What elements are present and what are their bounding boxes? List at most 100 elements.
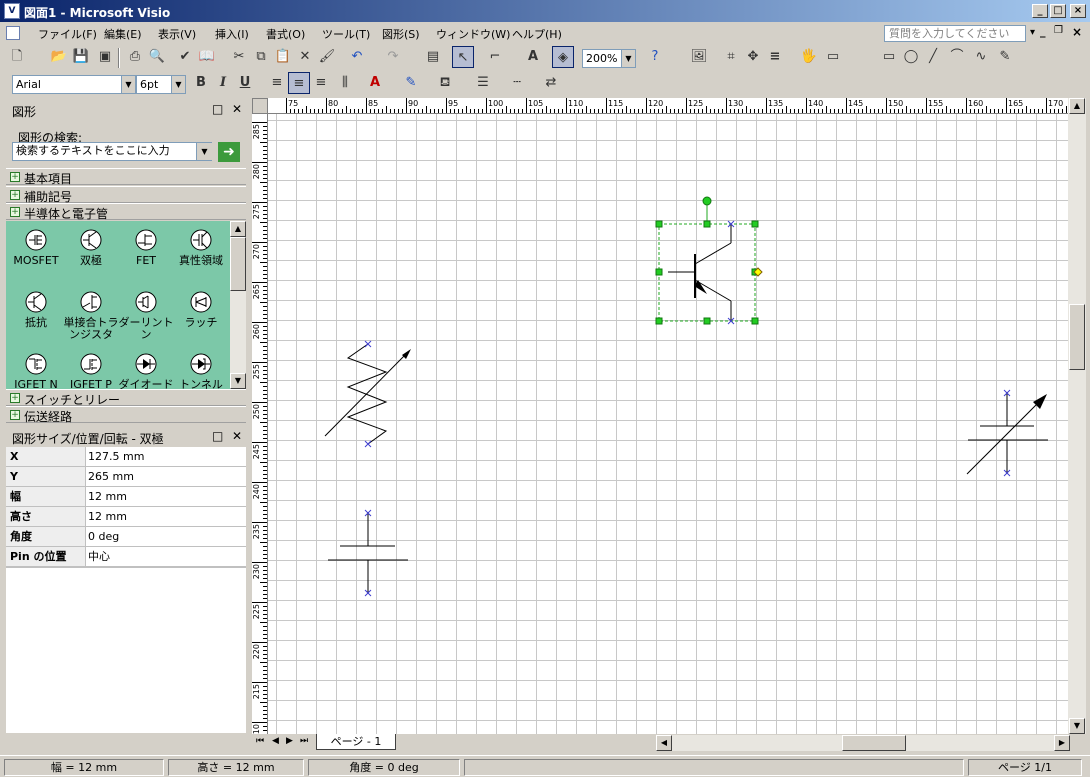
stencil-switches[interactable]: + スイッチとリレー xyxy=(6,389,246,407)
font-select[interactable]: Arial ▼ xyxy=(12,75,136,94)
variable-capacitor-shape[interactable] xyxy=(966,392,1048,475)
selection-handle[interactable] xyxy=(703,317,711,325)
insert-picture-icon[interactable]: 🖼 xyxy=(688,46,710,68)
selection-box[interactable] xyxy=(655,196,763,325)
doc-dropdown-icon[interactable]: ▾ xyxy=(1030,27,1035,38)
shape-search-input[interactable]: 検索するテキストをここに入力 xyxy=(12,142,212,161)
stencil-semiconductors[interactable]: + 半導体と電子管 xyxy=(6,203,246,221)
shape-bipolar[interactable]: 双極 xyxy=(63,227,119,267)
scroll-thumb[interactable] xyxy=(1069,304,1085,370)
shape-mosfet[interactable]: MOSFET xyxy=(8,227,64,267)
selection-handle[interactable] xyxy=(655,317,663,325)
align-right-icon[interactable]: ≡ xyxy=(310,72,332,94)
spelling-icon[interactable]: ✔ xyxy=(174,46,196,68)
font-size-select[interactable]: 6pt ▼ xyxy=(136,75,186,94)
maximize-button[interactable]: □ xyxy=(1050,4,1066,18)
drawing-canvas[interactable] xyxy=(268,114,1068,734)
shapes-window-icon[interactable]: ▤ xyxy=(422,46,444,68)
stamp-tool-icon[interactable]: ◈ xyxy=(552,46,574,68)
page-tab[interactable]: ページ - 1 xyxy=(316,734,396,750)
underline-button[interactable]: U xyxy=(234,72,256,94)
scroll-right-icon[interactable]: ▶ xyxy=(1054,735,1070,751)
line-weight-icon[interactable]: ☰ xyxy=(472,72,494,94)
undo-icon[interactable]: ↶ xyxy=(346,46,368,68)
shadow-icon[interactable]: ▭ xyxy=(822,46,844,68)
fill-color-icon[interactable]: ⛾ xyxy=(434,72,456,94)
stencil-scrollbar[interactable]: ▲ ▼ xyxy=(230,221,246,389)
search-go-button[interactable]: ➜ xyxy=(218,142,240,162)
first-page-icon[interactable]: ⏮ xyxy=(256,736,264,746)
pan-crop-icon[interactable]: ✥ xyxy=(742,46,764,68)
menu-file[interactable]: ファイル(F) xyxy=(38,26,97,42)
size-value[interactable]: 265 mm xyxy=(88,467,134,486)
selection-handle[interactable] xyxy=(703,220,711,228)
close-button[interactable]: × xyxy=(1070,4,1086,18)
rectangle-tool-icon[interactable]: ▭ xyxy=(878,46,900,68)
prev-page-icon[interactable]: ◀ xyxy=(272,736,279,746)
size-row[interactable]: 角度 0 deg xyxy=(6,527,246,547)
open-icon[interactable]: 📂 xyxy=(48,46,70,68)
align-center-icon[interactable]: ≡ xyxy=(288,72,310,94)
size-value[interactable]: 0 deg xyxy=(88,527,119,546)
crop-icon[interactable]: ⌗ xyxy=(720,46,742,68)
freeform-tool-icon[interactable]: ∿ xyxy=(970,46,992,68)
doc-close-button[interactable]: × xyxy=(1072,25,1082,39)
size-value[interactable]: 127.5 mm xyxy=(88,447,144,466)
chevron-down-icon[interactable]: ▼ xyxy=(121,76,135,93)
scroll-left-icon[interactable]: ◀ xyxy=(656,735,672,751)
line-ends-icon[interactable]: ⇄ xyxy=(540,72,562,94)
italic-button[interactable]: I xyxy=(212,72,234,94)
capacitor-shape[interactable] xyxy=(328,512,408,594)
minimize-button[interactable]: _ xyxy=(1032,4,1048,18)
scroll-up-icon[interactable]: ▲ xyxy=(230,221,246,237)
menu-shape[interactable]: 図形(S) xyxy=(382,26,420,42)
copy-icon[interactable]: ⧉ xyxy=(250,46,272,68)
pointer-tool-icon[interactable]: ↖ xyxy=(452,46,474,68)
paste-icon[interactable]: 📋 xyxy=(272,46,294,68)
size-row[interactable]: X 127.5 mm xyxy=(6,447,246,467)
menu-view[interactable]: 表示(V) xyxy=(158,26,196,42)
stencil-auxiliary[interactable]: + 補助記号 xyxy=(6,186,246,204)
menu-tools[interactable]: ツール(T) xyxy=(322,26,370,42)
bold-button[interactable]: B xyxy=(190,72,212,94)
size-row[interactable]: Pin の位置 中心 xyxy=(6,547,246,567)
help-search-input[interactable]: 質問を入力してください xyxy=(884,25,1026,42)
line-pattern-icon[interactable]: ┄ xyxy=(506,72,528,94)
permission-icon[interactable]: ▣ xyxy=(94,46,116,68)
research-icon[interactable]: 📖 xyxy=(196,46,218,68)
scroll-down-icon[interactable]: ▼ xyxy=(230,373,246,389)
fill-icon[interactable]: 🖐 xyxy=(798,46,820,68)
selection-handle[interactable] xyxy=(751,317,759,325)
print-icon[interactable]: ⎙ xyxy=(124,46,146,68)
format-painter-icon[interactable]: 🖌 xyxy=(316,46,338,68)
line-tool-icon[interactable]: ╱ xyxy=(922,46,944,68)
arc-tool-icon[interactable]: ⌒ xyxy=(946,46,968,68)
text-tool-icon[interactable]: A xyxy=(522,46,544,68)
align-justify-icon[interactable]: ⫼ xyxy=(334,72,356,94)
pencil-tool-icon[interactable]: ✎ xyxy=(994,46,1016,68)
panel-close-icon[interactable]: ✕ xyxy=(232,429,242,443)
cut-icon[interactable]: ✂ xyxy=(228,46,250,68)
align-left-icon[interactable]: ≡ xyxy=(266,72,288,94)
size-row[interactable]: Y 265 mm xyxy=(6,467,246,487)
size-row[interactable]: 幅 12 mm xyxy=(6,487,246,507)
rotation-handle[interactable] xyxy=(702,196,712,206)
menu-help[interactable]: ヘルプ(H) xyxy=(512,26,562,42)
shape-igfet-p[interactable]: IGFET P xyxy=(63,351,119,389)
menu-window[interactable]: ウィンドウ(W) xyxy=(436,26,510,42)
chevron-down-icon[interactable]: ▼ xyxy=(621,50,635,67)
redo-icon[interactable]: ↷ xyxy=(382,46,404,68)
ellipse-tool-icon[interactable]: ◯ xyxy=(900,46,922,68)
last-page-icon[interactable]: ⏭ xyxy=(300,736,308,746)
scroll-up-icon[interactable]: ▲ xyxy=(1069,98,1085,114)
variable-resistor-shape[interactable] xyxy=(324,343,411,445)
doc-restore-button[interactable]: ❐ xyxy=(1054,25,1063,36)
panel-menu-icon[interactable]: □ xyxy=(212,102,223,116)
shape-fet[interactable]: FET xyxy=(118,227,174,267)
new-icon[interactable]: 🗋 xyxy=(6,46,28,68)
menu-edit[interactable]: 編集(E) xyxy=(104,26,142,42)
selection-handle[interactable] xyxy=(655,220,663,228)
zoom-select[interactable]: 200% ▼ xyxy=(582,49,636,68)
shape-darlington[interactable]: ダーリントン xyxy=(118,289,174,341)
selection-handle[interactable] xyxy=(751,220,759,228)
